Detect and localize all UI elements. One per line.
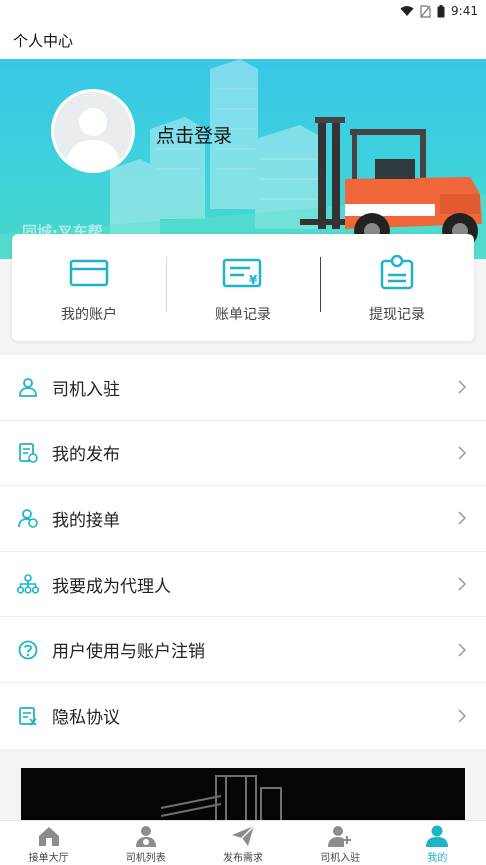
default-avatar-icon xyxy=(66,108,120,170)
menu-list: 司机入驻 我的发布 我的接单 我要成为代理人 用户使用与账户注销 隐私协议 xyxy=(0,355,486,749)
svg-text:¥: ¥ xyxy=(249,273,258,287)
send-icon xyxy=(232,825,255,846)
my-orders-icon xyxy=(17,507,39,529)
tab-publish-demand[interactable]: 发布需求 xyxy=(194,821,291,865)
menu-item-label: 司机入驻 xyxy=(52,379,120,400)
tab-order-hall[interactable]: 接单大厅 xyxy=(0,821,97,865)
status-bar: 9:41 xyxy=(0,0,486,22)
page-title: 个人中心 xyxy=(13,32,74,50)
tab-label: 司机入驻 xyxy=(320,853,361,864)
page-header: 个人中心 xyxy=(0,22,486,59)
wallet-card-icon xyxy=(69,259,109,287)
menu-item-my-orders[interactable]: 我的接单 xyxy=(0,486,486,552)
my-account-label: 我的账户 xyxy=(61,307,117,323)
bill-icon: ¥ xyxy=(222,258,262,288)
no-sim-icon xyxy=(420,4,431,18)
driver-add-icon xyxy=(328,826,352,847)
menu-item-privacy[interactable]: 隐私协议 xyxy=(0,683,486,749)
tab-label: 司机列表 xyxy=(125,853,166,864)
chevron-right-icon xyxy=(458,577,466,591)
chevron-right-icon xyxy=(458,643,466,657)
chevron-right-icon xyxy=(458,511,466,526)
bill-records-label: 账单记录 xyxy=(215,307,271,323)
menu-item-label: 用户使用与账户注销 xyxy=(52,642,205,663)
tab-driver-join[interactable]: 司机入驻 xyxy=(292,821,389,865)
chevron-right-icon xyxy=(458,380,466,394)
tab-driver-list[interactable]: 司机列表 xyxy=(97,821,194,865)
tab-mine[interactable]: 我的 xyxy=(389,821,486,865)
menu-item-label: 我的发布 xyxy=(52,445,120,466)
quick-actions-card: 我的账户 ¥ 账单记录 提现记录 xyxy=(12,234,474,341)
my-publish-icon xyxy=(17,442,39,464)
bottom-tab-bar: 接单大厅 司机列表 发布需求 司机入驻 我的 xyxy=(0,820,486,865)
tab-label: 接单大厅 xyxy=(28,853,69,864)
forklift-image xyxy=(160,775,282,828)
withdraw-records-label: 提现记录 xyxy=(369,307,425,323)
agent-network-icon xyxy=(17,573,39,595)
withdraw-record-icon xyxy=(380,255,414,290)
battery-icon xyxy=(437,4,445,17)
menu-item-label: 我的接单 xyxy=(52,510,120,531)
menu-item-my-publish[interactable]: 我的发布 xyxy=(0,421,486,487)
user-icon xyxy=(426,825,449,847)
menu-item-driver-join[interactable]: 司机入驻 xyxy=(0,355,486,421)
menu-item-become-agent[interactable]: 我要成为代理人 xyxy=(0,552,486,618)
chevron-right-icon xyxy=(458,446,466,460)
tab-label: 我的 xyxy=(427,853,448,864)
driver-list-icon xyxy=(135,826,156,847)
status-time: 9:41 xyxy=(451,4,478,18)
wifi-icon xyxy=(400,6,414,16)
driver-join-icon xyxy=(17,376,39,398)
help-question-icon xyxy=(17,639,39,661)
my-account-button[interactable]: 我的账户 xyxy=(12,234,166,341)
avatar[interactable] xyxy=(51,89,135,173)
profile-banner: 点击登录 同城·叉车帮 xyxy=(0,59,486,259)
menu-item-label: 我要成为代理人 xyxy=(52,576,171,597)
bill-records-button[interactable]: ¥ 账单记录 xyxy=(166,234,320,341)
login-link[interactable]: 点击登录 xyxy=(156,121,232,148)
ad-banner[interactable] xyxy=(21,768,465,828)
home-icon xyxy=(38,827,59,846)
privacy-doc-icon xyxy=(17,705,39,727)
withdraw-records-button[interactable]: 提现记录 xyxy=(320,234,474,341)
menu-item-account-help[interactable]: 用户使用与账户注销 xyxy=(0,617,486,683)
menu-item-label: 隐私协议 xyxy=(52,708,120,729)
chevron-right-icon xyxy=(458,709,466,723)
tab-label: 发布需求 xyxy=(223,853,263,864)
